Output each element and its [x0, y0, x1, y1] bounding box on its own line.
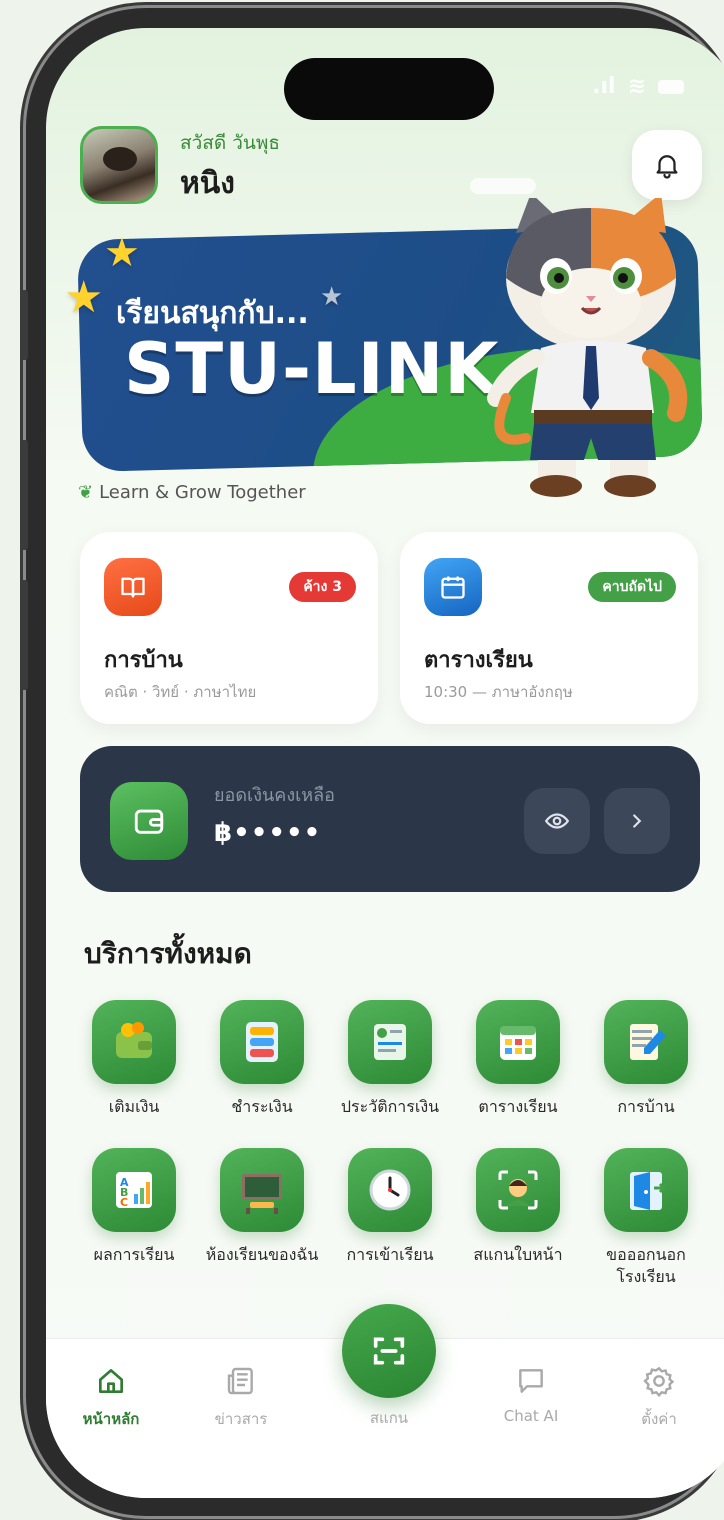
nav-chat-label: Chat AI: [503, 1407, 559, 1425]
grade-chart-icon: ABC: [92, 1148, 176, 1232]
clock-icon: [348, 1148, 432, 1232]
next-class-text: 10:30 — ภาษาอังกฤษ: [424, 683, 573, 701]
chat-bubble-icon: [519, 1369, 543, 1393]
schedule-title: ตารางเรียน: [424, 648, 533, 673]
tagline-text: Learn & Grow Together: [99, 482, 306, 503]
phone-side-button: [20, 440, 28, 550]
homework-subjects: คณิต · วิทย์ · ภาษาไทย: [104, 683, 257, 701]
bell-icon: [656, 155, 678, 179]
service-leave-school[interactable]: ขอออกนอกโรงเรียน: [584, 1148, 708, 1287]
nav-settings-label: ตั้งค่า: [641, 1410, 677, 1428]
chalkboard-icon: [220, 1148, 304, 1232]
decorative-pill: [470, 178, 536, 194]
scan-icon: [373, 1337, 405, 1365]
calendar-grid-icon: [476, 1000, 560, 1084]
star-icon: ★: [64, 272, 104, 323]
notification-button[interactable]: [632, 130, 702, 200]
dynamic-island: [284, 58, 494, 120]
balance-amount: ฿•••••: [214, 818, 322, 848]
balance-label: ยอดเงินคงเหลือ: [214, 785, 335, 806]
service-topup[interactable]: เติมเงิน: [72, 1000, 196, 1118]
service-face-scan[interactable]: สแกนใบหน้า: [456, 1148, 580, 1266]
service-timetable[interactable]: ตารางเรียน: [456, 1000, 580, 1118]
service-my-classroom[interactable]: ห้องเรียนของฉัน: [200, 1148, 324, 1266]
service-label: ผลการเรียน: [93, 1245, 175, 1264]
app-screen: .ıl ≋ สวัสดี วันพุธ หนิง ★ ★ ★ เรียนสนุก…: [46, 28, 724, 1498]
phone-side-button: [20, 580, 28, 690]
service-finance-history[interactable]: ประวัติการเงิน: [328, 1000, 452, 1118]
nav-home-label: หน้าหลัก: [82, 1410, 140, 1428]
service-label: ประวัติการเงิน: [340, 1097, 440, 1116]
receipt-history-icon: [348, 1000, 432, 1084]
star-icon: ★: [104, 230, 140, 276]
nav-scan-label: สแกน: [369, 1409, 409, 1427]
service-label: ขอออกนอกโรงเรียน: [606, 1245, 686, 1286]
service-label: สแกนใบหน้า: [473, 1245, 563, 1264]
nav-home[interactable]: หน้าหลัก: [56, 1365, 166, 1431]
services-title: บริการทั้งหมด: [84, 937, 252, 970]
notebook-pen-icon: [604, 1000, 688, 1084]
balance-card[interactable]: ยอดเงินคงเหลือ ฿•••••: [80, 746, 700, 892]
gear-icon: [643, 1366, 675, 1398]
service-grades[interactable]: ABC ผลการเรียน: [72, 1148, 196, 1266]
calendar-icon: [424, 558, 482, 616]
nav-settings[interactable]: ตั้งค่า: [604, 1365, 714, 1431]
wallet-coins-icon: [92, 1000, 176, 1084]
homework-title: การบ้าน: [104, 648, 183, 673]
eye-icon: [544, 813, 570, 829]
service-label: การบ้าน: [617, 1097, 675, 1116]
chevron-right-icon: [633, 814, 642, 828]
star-icon: ★: [320, 282, 344, 312]
scan-button[interactable]: [342, 1304, 436, 1398]
toggle-visibility-button[interactable]: [524, 788, 590, 854]
pending-badge: ค้าง 3: [289, 572, 356, 602]
svg-text:C: C: [120, 1196, 128, 1209]
face-scan-icon: [476, 1148, 560, 1232]
service-label: การเข้าเรียน: [346, 1245, 434, 1264]
book-icon: [104, 558, 162, 616]
service-label: ตารางเรียน: [478, 1097, 558, 1116]
cat-mascot: [487, 198, 688, 497]
sprout-icon: ❦: [78, 482, 94, 503]
battery-icon: [658, 80, 684, 94]
exit-door-icon: [604, 1148, 688, 1232]
bill-list-icon: [220, 1000, 304, 1084]
homework-card[interactable]: ค้าง 3 การบ้าน คณิต · วิทย์ · ภาษาไทย: [80, 532, 378, 724]
service-attendance[interactable]: การเข้าเรียน: [328, 1148, 452, 1266]
service-payment[interactable]: ชำระเงิน: [200, 1000, 324, 1118]
nav-news-label: ข่าวสาร: [214, 1410, 268, 1428]
wifi-icon: ≋: [627, 74, 646, 99]
nav-news[interactable]: ข่าวสาร: [186, 1365, 296, 1431]
status-bar: .ıl ≋: [592, 74, 684, 99]
user-name: หนิง: [180, 166, 235, 201]
signal-icon: .ıl: [592, 74, 616, 99]
schedule-card[interactable]: คาบถัดไป ตารางเรียน 10:30 — ภาษาอังกฤษ: [400, 532, 698, 724]
nav-chat-ai[interactable]: Chat AI: [476, 1365, 586, 1425]
service-label: ชำระเงิน: [231, 1097, 293, 1116]
service-label: ห้องเรียนของฉัน: [205, 1245, 319, 1264]
avatar[interactable]: [80, 126, 158, 204]
greeting-text: สวัสดี วันพุธ: [180, 132, 281, 154]
home-icon: [99, 1369, 123, 1393]
tagline: ❦ Learn & Grow Together: [78, 482, 306, 503]
banner-title: STU-LINK: [124, 328, 500, 410]
next-class-badge: คาบถัดไป: [588, 572, 676, 602]
news-icon: [227, 1367, 253, 1395]
wallet-icon: [110, 782, 188, 860]
service-homework[interactable]: การบ้าน: [584, 1000, 708, 1118]
phone-side-button: [20, 290, 28, 360]
balance-detail-button[interactable]: [604, 788, 670, 854]
service-label: เติมเงิน: [108, 1097, 160, 1116]
